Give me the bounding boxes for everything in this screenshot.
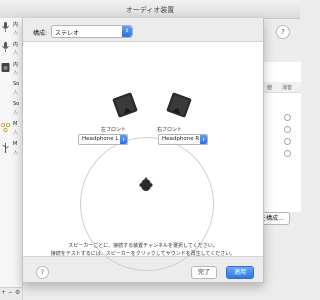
sidebar-item-sublabel: 入 <box>13 110 19 116</box>
column-mute: 消音 <box>282 85 293 91</box>
config-label: 構成: <box>33 30 48 37</box>
left-speaker-label: 左フロント <box>101 127 127 133</box>
speaker-icon <box>1 63 10 72</box>
left-speaker-icon[interactable] <box>112 92 138 118</box>
sidebar-item-sublabel: 入 <box>13 90 19 96</box>
aggregate-device-icon <box>1 123 10 133</box>
instruction-line-2: 接続をテストするには、スピーカーをクリックしてサウンドを再生してください。 <box>50 251 236 257</box>
sidebar-item-builtin-mic[interactable]: 内 入 <box>0 20 22 39</box>
sidebar-item-label: So <box>13 81 20 87</box>
listener-head-icon <box>139 177 153 191</box>
chevron-updown-icon: ⇕ <box>122 26 132 37</box>
add-remove-gear-controls[interactable]: + − ⚙ <box>1 289 20 296</box>
background-device-panel: 値 消音 <box>261 62 301 212</box>
sidebar-item-label: 内 <box>13 22 19 28</box>
right-speaker-icon[interactable] <box>166 92 192 118</box>
help-button[interactable]: ? <box>36 266 49 279</box>
done-button[interactable]: 完了 <box>191 266 217 279</box>
sidebar-item-sublabel: 入 <box>13 30 19 36</box>
speaker-config-sheet: 構成: ステレオ ⇕ 左フロント Headphone L ⇕ 右フロント Hea… <box>22 18 264 283</box>
sidebar-item-label: 内 <box>13 62 19 68</box>
config-select-value: ステレオ <box>55 30 80 37</box>
mute-checkbox[interactable] <box>284 150 291 157</box>
microphone-icon <box>2 42 9 52</box>
usb-icon <box>2 143 9 153</box>
right-speaker-label: 右フロント <box>157 127 183 133</box>
panel-header: 値 消音 <box>262 82 301 93</box>
chevron-updown-icon: ⇕ <box>200 135 207 144</box>
instruction-line-1: スピーカーごとに、接続する装置チャンネルを選択してください。 <box>68 243 218 249</box>
speaker-layout-area: 左フロント Headphone L ⇕ 右フロント Headphone R ⇕ <box>23 41 263 271</box>
sidebar-item-soundflower-64ch[interactable]: So 入 <box>0 100 22 119</box>
background-help-button[interactable]: ? <box>276 25 290 39</box>
column-value: 値 <box>267 85 273 91</box>
left-channel-select[interactable]: Headphone L ⇕ <box>78 134 128 145</box>
mute-checkbox[interactable] <box>284 114 291 121</box>
apply-button[interactable]: 適用 <box>226 266 254 279</box>
microphone-icon <box>2 22 9 32</box>
config-select[interactable]: ステレオ ⇕ <box>51 25 133 38</box>
sidebar-item-label: So <box>13 101 20 107</box>
sidebar-item-soundflower-2ch[interactable]: So 入 <box>0 80 22 99</box>
window-titlebar: オーディオ装置 <box>0 0 300 19</box>
right-channel-value: Headphone R <box>162 136 200 142</box>
device-sidebar: 内 入 内 入 内 入 So 入 So 入 M 入 M 入 + − ⚙ <box>0 18 23 300</box>
sidebar-item-sublabel: 入 <box>13 70 19 76</box>
sidebar-item-label: M <box>13 141 18 147</box>
sidebar-bottom-controls[interactable]: + − ⚙ <box>0 287 22 300</box>
sidebar-item-multi-output[interactable]: M 入 <box>0 120 22 139</box>
sidebar-item-sublabel: 入 <box>13 50 19 56</box>
sidebar-item-label: 内 <box>13 42 19 48</box>
sidebar-item-builtin-input[interactable]: 内 入 <box>0 40 22 59</box>
sidebar-item-builtin-output[interactable]: 内 入 <box>0 60 22 79</box>
mute-checkbox[interactable] <box>284 138 291 145</box>
sidebar-item-label: M <box>13 121 18 127</box>
sidebar-item-sublabel: 入 <box>13 150 19 156</box>
sidebar-item-usb-device[interactable]: M 入 <box>0 140 22 159</box>
chevron-updown-icon: ⇕ <box>120 135 127 144</box>
window-title: オーディオ装置 <box>125 6 175 14</box>
sidebar-item-sublabel: 入 <box>13 130 19 136</box>
right-channel-select[interactable]: Headphone R ⇕ <box>158 134 208 145</box>
mute-checkbox[interactable] <box>284 126 291 133</box>
left-channel-value: Headphone L <box>82 136 119 142</box>
